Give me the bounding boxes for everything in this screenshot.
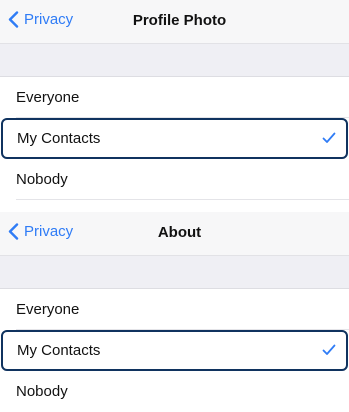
option-label: Nobody [16,383,68,400]
checkmark-icon [322,344,336,355]
page-title: About [157,224,202,241]
profile-photo-screen: Privacy Profile Photo Everyone My Contac… [0,0,349,200]
options-list: Everyone My Contacts Nobody [0,289,349,412]
options-list: Everyone My Contacts Nobody [0,77,349,200]
option-everyone[interactable]: Everyone [0,77,349,118]
navigation-bar: Privacy Profile Photo [0,0,349,44]
option-my-contacts[interactable]: My Contacts [1,118,348,159]
option-label: Nobody [16,171,68,188]
option-label: My Contacts [17,342,101,359]
option-label: Everyone [16,301,80,318]
section-spacer [0,44,349,77]
about-screen: Privacy About Everyone My Contacts Nobod… [0,212,349,412]
page-title: Profile Photo [132,12,227,29]
section-spacer [0,256,349,289]
navigation-bar: Privacy About [0,212,349,256]
option-everyone[interactable]: Everyone [0,289,349,330]
option-label: My Contacts [17,130,101,147]
checkmark-icon [322,132,336,143]
option-nobody[interactable]: Nobody [0,159,349,200]
option-label: Everyone [16,89,80,106]
option-my-contacts[interactable]: My Contacts [1,330,348,371]
option-nobody[interactable]: Nobody [0,371,349,412]
